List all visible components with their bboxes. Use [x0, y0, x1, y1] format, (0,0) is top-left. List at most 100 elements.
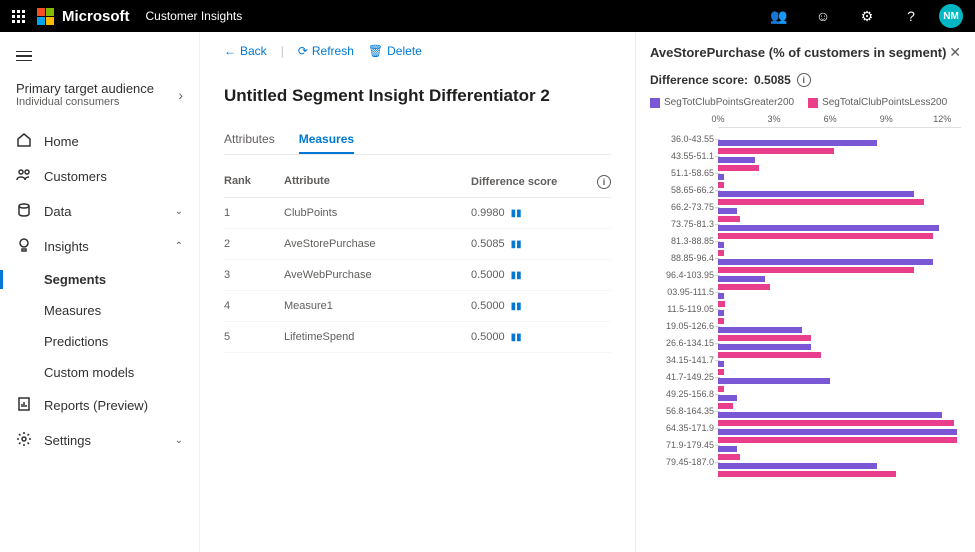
nav-label: Reports (Preview)	[44, 398, 148, 413]
smile-feedback-icon[interactable]: ☺	[807, 8, 839, 24]
chart-icon[interactable]: ▮▮	[511, 239, 522, 250]
page-title: Untitled Segment Insight Differentiator …	[224, 86, 611, 106]
app-launcher-icon[interactable]	[12, 10, 25, 23]
axis-tick: 3%	[768, 114, 781, 124]
nav-label: Customers	[44, 169, 107, 184]
bar-series-b	[718, 454, 740, 460]
col-rank: Rank	[224, 175, 284, 189]
chart-icon[interactable]: ▮▮	[511, 208, 522, 219]
help-icon[interactable]: ?	[895, 8, 927, 24]
bar-category-label: 66.2-73.75	[650, 202, 718, 212]
sidebar-item-insights[interactable]: Insights ⌃	[0, 229, 199, 264]
chevron-up-icon: ⌃	[175, 241, 183, 252]
bar-series-b	[718, 148, 834, 154]
command-separator: |	[281, 44, 284, 58]
info-icon[interactable]: i	[597, 175, 611, 189]
chart-bar-row: 41.7-149.25	[650, 368, 961, 385]
insights-icon	[16, 237, 32, 256]
axis-tick: 9%	[880, 114, 893, 124]
table-row[interactable]: 3AveWebPurchase0.5000 ▮▮	[224, 260, 611, 291]
legend-b: SegTotalClubPointsLess200	[822, 97, 947, 108]
sidebar-item-settings[interactable]: Settings⌄	[0, 423, 199, 458]
bar-series-b	[718, 199, 924, 205]
sidebar-item-measures[interactable]: Measures	[0, 295, 199, 326]
bar-category-label: 56.8-164.35	[650, 406, 718, 416]
bar-series-a	[718, 378, 830, 384]
diff-score-label: Difference score:	[650, 73, 748, 87]
bar-category-label: 81.3-88.85	[650, 236, 718, 246]
tab-attributes[interactable]: Attributes	[224, 126, 275, 154]
sidebar-item-segments[interactable]: Segments	[0, 264, 199, 295]
back-button[interactable]: ← Back	[224, 44, 267, 58]
bar-category-label: 49.25-156.8	[650, 389, 718, 399]
axis-tick: 12%	[933, 114, 951, 124]
bar-series-a	[718, 412, 942, 418]
sidebar-item-home[interactable]: Home	[0, 124, 199, 159]
bar-series-b	[718, 267, 914, 273]
team-icon[interactable]: 👥	[763, 8, 795, 25]
delete-button[interactable]: 🗑Delete	[368, 44, 422, 58]
back-label: Back	[240, 44, 267, 58]
sidebar-item-predictions[interactable]: Predictions	[0, 326, 199, 357]
brand-label: Microsoft	[62, 8, 130, 25]
bar-series-b	[718, 165, 759, 171]
bar-series-a	[718, 174, 724, 180]
chevron-down-icon: ⌄	[175, 435, 183, 446]
cell-score: 0.5000	[471, 269, 505, 281]
delete-label: Delete	[387, 44, 422, 58]
axis-tick: 0%	[711, 114, 724, 124]
bar-series-a	[718, 259, 933, 265]
bar-series-a	[718, 140, 877, 146]
legend-a: SegTotClubPointsGreater200	[664, 97, 794, 108]
back-arrow-icon: ←	[224, 44, 236, 58]
sidebar-item-custom-models[interactable]: Custom models	[0, 357, 199, 388]
chart-icon[interactable]: ▮▮	[511, 332, 522, 343]
hamburger-menu-icon[interactable]	[16, 51, 32, 62]
chart-bar-row: 11.5-119.05	[650, 300, 961, 317]
panel-title: AveStorePurchase (% of customers in segm…	[650, 45, 946, 60]
nav-label: Data	[44, 204, 71, 219]
close-panel-button[interactable]: ✕	[949, 44, 961, 61]
info-icon[interactable]: i	[797, 73, 811, 87]
table-row[interactable]: 1ClubPoints0.9980 ▮▮	[224, 198, 611, 229]
bar-category-label: 19.05-126.6	[650, 321, 718, 331]
settings-gear-icon[interactable]: ⚙	[851, 8, 883, 25]
bar-series-a	[718, 327, 802, 333]
chart-bar-row: 56.8-164.35	[650, 402, 961, 419]
customers-icon	[16, 167, 32, 186]
bar-series-a	[718, 310, 724, 316]
bar-series-a	[718, 429, 957, 435]
audience-selector[interactable]: Primary target audience Individual consu…	[0, 73, 199, 124]
table-row[interactable]: 2AveStorePurchase0.5085 ▮▮	[224, 229, 611, 260]
bar-series-a	[718, 293, 724, 299]
bar-series-a	[718, 208, 737, 214]
reports-icon	[16, 396, 32, 415]
bar-category-label: 34.15-141.7	[650, 355, 718, 365]
cell-attribute: AveStorePurchase	[284, 238, 471, 250]
table-row[interactable]: 4Measure10.5000 ▮▮	[224, 291, 611, 322]
tab-measures[interactable]: Measures	[299, 126, 354, 154]
chevron-right-icon: ›	[178, 87, 183, 103]
refresh-button[interactable]: ⟳Refresh	[298, 44, 354, 58]
col-attribute: Attribute	[284, 175, 471, 189]
chart-bar-row: 73.75-81.3	[650, 215, 961, 232]
bar-series-b	[718, 352, 821, 358]
legend-swatch-b	[808, 98, 818, 108]
cell-attribute: AveWebPurchase	[284, 269, 471, 281]
user-avatar[interactable]: NM	[939, 4, 963, 28]
chart-bar-row: 19.05-126.6	[650, 317, 961, 334]
axis-tick: 6%	[824, 114, 837, 124]
chart-icon[interactable]: ▮▮	[511, 270, 522, 281]
bar-category-label: 41.7-149.25	[650, 372, 718, 382]
chart-x-axis: 0%3%6%9%12%	[718, 114, 961, 128]
nav-label: Insights	[44, 239, 89, 254]
home-icon	[16, 132, 32, 151]
table-row[interactable]: 5LifetimeSpend0.5000 ▮▮	[224, 322, 611, 353]
sidebar-item-customers[interactable]: Customers	[0, 159, 199, 194]
bar-category-label: 96.4-103.95	[650, 270, 718, 280]
chart-icon[interactable]: ▮▮	[511, 301, 522, 312]
sidebar-item-reports-preview-[interactable]: Reports (Preview)	[0, 388, 199, 423]
bar-category-label: 11.5-119.05	[650, 304, 718, 314]
bar-series-a	[718, 225, 939, 231]
sidebar-item-data[interactable]: Data⌄	[0, 194, 199, 229]
